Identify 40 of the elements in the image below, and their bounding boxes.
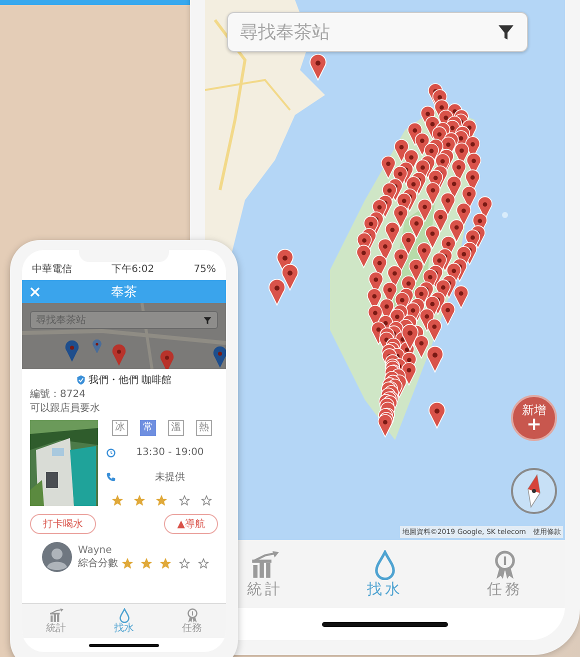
opening-hours: 13:30 - 19:00 — [135, 447, 205, 458]
chart-icon — [250, 550, 280, 580]
home-indicator — [89, 644, 159, 646]
star-icon — [156, 494, 168, 506]
temperature-option[interactable]: 常 — [140, 420, 156, 436]
place-note: 可以跟店員要水 — [30, 403, 101, 415]
temperature-option[interactable]: 溫 — [168, 420, 184, 436]
score-label: 綜合分數 — [78, 558, 118, 570]
tab-item[interactable]: 找水 — [114, 608, 134, 634]
carrier-text: 中華電信 — [32, 264, 72, 276]
reviewer-name: Wayne — [78, 544, 113, 556]
medal-icon — [184, 608, 200, 623]
close-button[interactable] — [30, 286, 42, 296]
action-button[interactable]: ▲導航 — [164, 514, 218, 534]
star-icon — [179, 558, 190, 569]
tab-item[interactable]: 任務 — [182, 608, 202, 634]
status-time: 下午6:02 — [112, 264, 154, 276]
water-drop-icon — [116, 608, 132, 623]
star-icon — [198, 558, 209, 569]
clock-icon — [106, 448, 116, 458]
star-icon — [122, 558, 133, 569]
star-icon — [134, 494, 146, 506]
temperature-option[interactable]: 冰 — [112, 420, 128, 436]
close-icon — [30, 286, 40, 296]
screen-title: 奉茶 — [111, 284, 137, 300]
phone-icon — [106, 472, 116, 482]
tab-item[interactable]: 統計 — [247, 550, 283, 598]
star-icon — [141, 558, 152, 569]
star-icon — [160, 558, 171, 569]
tab-item[interactable]: 任務 — [487, 550, 523, 598]
star-icon — [112, 494, 123, 506]
phone-number: 未提供 — [154, 470, 186, 484]
place-number: 編號：8724 — [30, 389, 86, 401]
place-name: 我們・他們 咖啡館 — [88, 374, 172, 387]
chart-icon — [48, 608, 64, 623]
tab-item[interactable]: 找水 — [367, 550, 403, 598]
star-icon — [178, 494, 190, 506]
tab-item[interactable]: 統計 — [46, 608, 66, 634]
avatar-icon — [42, 542, 72, 572]
action-button[interactable]: 打卡喝水 — [30, 514, 96, 534]
